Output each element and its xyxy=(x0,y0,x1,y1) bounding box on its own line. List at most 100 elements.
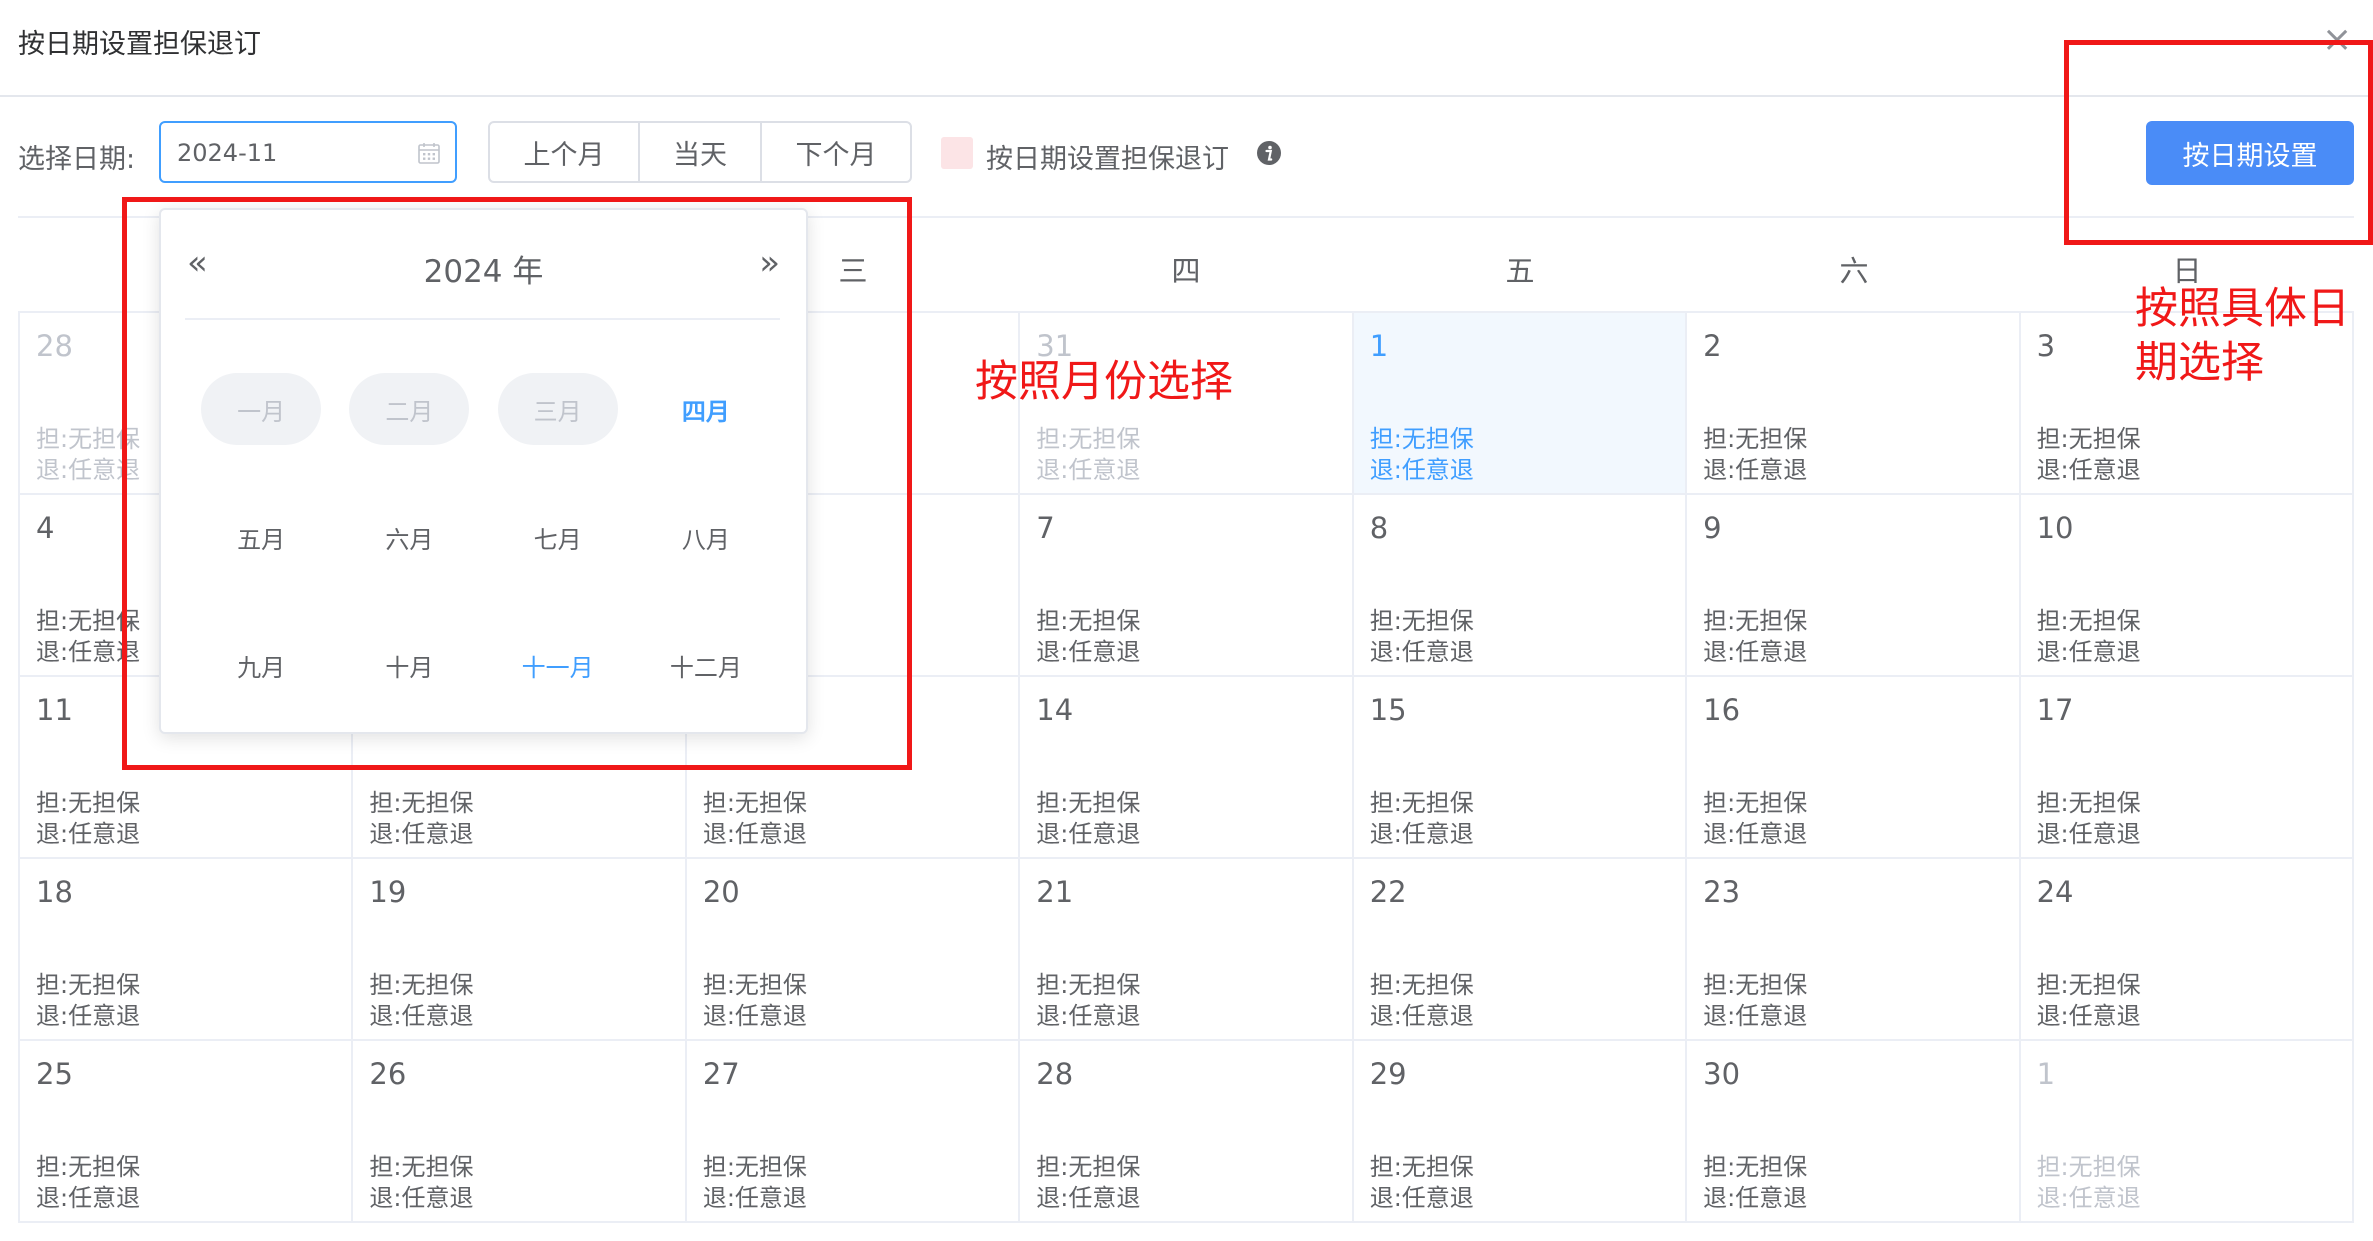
guarantee-text: 担:无担保 xyxy=(1703,1153,1808,1181)
day-cell[interactable]: 8 担:无担保 退:任意退 xyxy=(1353,495,1688,677)
day-cell[interactable]: 24 担:无担保 退:任意退 xyxy=(2020,859,2354,1041)
next-month-button[interactable]: 下个月 xyxy=(760,121,912,183)
day-cell[interactable]: 7 担:无担保退:任意退 xyxy=(1020,495,1354,677)
day-number: 23 xyxy=(1703,875,1741,909)
refund-text: 退:任意退 xyxy=(1036,820,1141,848)
day-number: 8 xyxy=(1369,511,1389,545)
day-number: 28 xyxy=(36,329,73,363)
guarantee-text: 担:无担保 xyxy=(1036,789,1141,817)
guarantee-text: 担:无担保 xyxy=(1703,607,1808,635)
guarantee-text: 担:无担保 xyxy=(36,971,141,999)
day-cell[interactable]: 18 担:无担保 退:任意退 xyxy=(20,859,354,1041)
refund-text: 退:任意退 xyxy=(2036,638,2141,666)
day-cell[interactable]: 9 担:无担保 退:任意退 xyxy=(1687,495,2021,677)
day-cell[interactable]: 1 担:无担保 退:任意退 xyxy=(2020,1041,2354,1223)
guarantee-text: 担:无担保 xyxy=(702,789,807,817)
day-cell[interactable]: 2 担:无担保退:任意退 xyxy=(1687,313,2021,495)
day-number: 2 xyxy=(1703,329,1722,363)
today-button[interactable]: 当天 xyxy=(638,121,762,183)
day-number: 20 xyxy=(702,875,740,909)
refund-text: 退:任意退 xyxy=(369,820,474,848)
refund-text: 退:任意退 xyxy=(1703,820,1808,848)
guarantee-text: 担:无担保 xyxy=(1703,971,1808,999)
prev-month-button[interactable]: 上个月 xyxy=(488,121,640,183)
day-cell[interactable]: 10 担:无担保退:任意退 xyxy=(2020,495,2354,677)
day-cell[interactable]: 17 担:无担保 退:任意退 xyxy=(2020,677,2354,859)
day-cell[interactable]: 27 担:无担保退:任意退 xyxy=(686,1041,1021,1223)
day-number: 7 xyxy=(1036,511,1055,545)
guarantee-text: 担:无担保 xyxy=(702,1153,807,1181)
day-cell[interactable]: 30 担:无担保退:任意退 xyxy=(1687,1041,2021,1223)
weekday-fri: 五 xyxy=(1505,254,1535,288)
day-number: 26 xyxy=(369,1057,407,1091)
guarantee-text: 担:无担保 xyxy=(1369,1153,1474,1181)
day-cell[interactable]: 14 担:无担保退:任意退 xyxy=(1020,677,1354,859)
guarantee-text: 担:无担保 xyxy=(1036,607,1141,635)
day-number: 18 xyxy=(36,875,73,909)
annotation-box-date xyxy=(2064,40,2373,245)
day-number: 1 xyxy=(2036,1057,2056,1091)
day-number: 14 xyxy=(1036,693,1074,727)
day-number: 28 xyxy=(1036,1057,1074,1091)
date-label: 选择日期: xyxy=(18,144,136,175)
day-number: 10 xyxy=(2036,511,2074,545)
guarantee-text: 担:无担保 xyxy=(369,971,474,999)
header-divider xyxy=(0,95,2373,97)
annotation-box-month xyxy=(122,197,912,770)
refund-text: 退:任意退 xyxy=(1703,456,1808,484)
annotation-month-select: 按照月份选择 xyxy=(975,357,1233,407)
day-number: 27 xyxy=(702,1057,740,1091)
guarantee-text: 担:无担保 xyxy=(369,1153,474,1181)
guarantee-text: 担:无担保 xyxy=(1703,425,1808,453)
day-number: 29 xyxy=(1369,1057,1407,1091)
refund-text: 退:任意退 xyxy=(1036,638,1141,666)
day-cell[interactable]: 29 担:无担保退:任意退 xyxy=(1353,1041,1688,1223)
date-setting-checkbox-label[interactable]: 按日期设置担保退订 xyxy=(986,137,1229,176)
refund-text: 退:任意退 xyxy=(702,1184,807,1212)
day-cell[interactable]: 25 担:无担保 退:任意退 xyxy=(20,1041,354,1223)
guarantee-text: 担:无担保 xyxy=(1036,1153,1141,1181)
day-cell[interactable]: 22 担:无担保 退:任意退 xyxy=(1353,859,1688,1041)
refund-text: 退:任意退 xyxy=(36,820,141,848)
day-number: 16 xyxy=(1703,693,1741,727)
guarantee-text: 担:无担保 xyxy=(36,789,141,817)
refund-text: 退:任意退 xyxy=(1703,1002,1808,1030)
day-cell[interactable]: 28 担:无担保退:任意退 xyxy=(1020,1041,1354,1223)
day-number: 9 xyxy=(1703,511,1722,545)
day-number: 24 xyxy=(2036,875,2074,909)
guarantee-text: 担:无担保 xyxy=(2036,607,2141,635)
month-input[interactable]: 2024-11 xyxy=(159,121,457,183)
day-number: 4 xyxy=(36,511,55,545)
refund-text: 退:任意退 xyxy=(1369,456,1474,484)
refund-text: 退:任意退 xyxy=(1036,1184,1141,1212)
day-number: 17 xyxy=(2036,693,2074,727)
date-setting-checkbox[interactable] xyxy=(941,137,973,169)
refund-text: 退:任意退 xyxy=(2036,820,2141,848)
day-cell[interactable]: 15 担:无担保 退:任意退 xyxy=(1353,677,1688,859)
day-number: 1 xyxy=(1369,329,1389,363)
refund-text: 退:任意退 xyxy=(1369,1002,1474,1030)
refund-text: 退:任意退 xyxy=(369,1184,474,1212)
refund-text: 退:任意退 xyxy=(1369,820,1474,848)
refund-text: 退:任意退 xyxy=(702,820,807,848)
refund-text: 退:任意退 xyxy=(1703,1184,1808,1212)
refund-text: 退:任意退 xyxy=(2036,456,2141,484)
calendar-icon xyxy=(418,143,440,164)
refund-text: 退:任意退 xyxy=(1036,456,1141,484)
refund-text: 退:任意退 xyxy=(2036,1002,2141,1030)
day-cell[interactable]: 20 担:无担保 退:任意退 xyxy=(686,859,1021,1041)
guarantee-text: 担:无担保 xyxy=(1369,971,1474,999)
day-cell[interactable]: 16 担:无担保退:任意退 xyxy=(1687,677,2021,859)
day-cell[interactable]: 1 担:无担保 退:任意退 xyxy=(1353,313,1688,495)
day-number: 21 xyxy=(1036,875,1074,909)
refund-text: 退:任意退 xyxy=(369,1002,474,1030)
day-cell[interactable]: 21 担:无担保 退:任意退 xyxy=(1020,859,1354,1041)
refund-text: 退:任意退 xyxy=(2036,1184,2141,1212)
guarantee-text: 担:无担保 xyxy=(1703,789,1808,817)
day-cell[interactable]: 19 担:无担保 退:任意退 xyxy=(353,859,687,1041)
guarantee-text: 担:无担保 xyxy=(2036,425,2141,453)
guarantee-text: 担:无担保 xyxy=(1369,607,1474,635)
day-cell[interactable]: 23 担:无担保退:任意退 xyxy=(1687,859,2021,1041)
info-icon[interactable] xyxy=(1256,140,1282,166)
day-cell[interactable]: 26 担:无担保退:任意退 xyxy=(353,1041,687,1223)
